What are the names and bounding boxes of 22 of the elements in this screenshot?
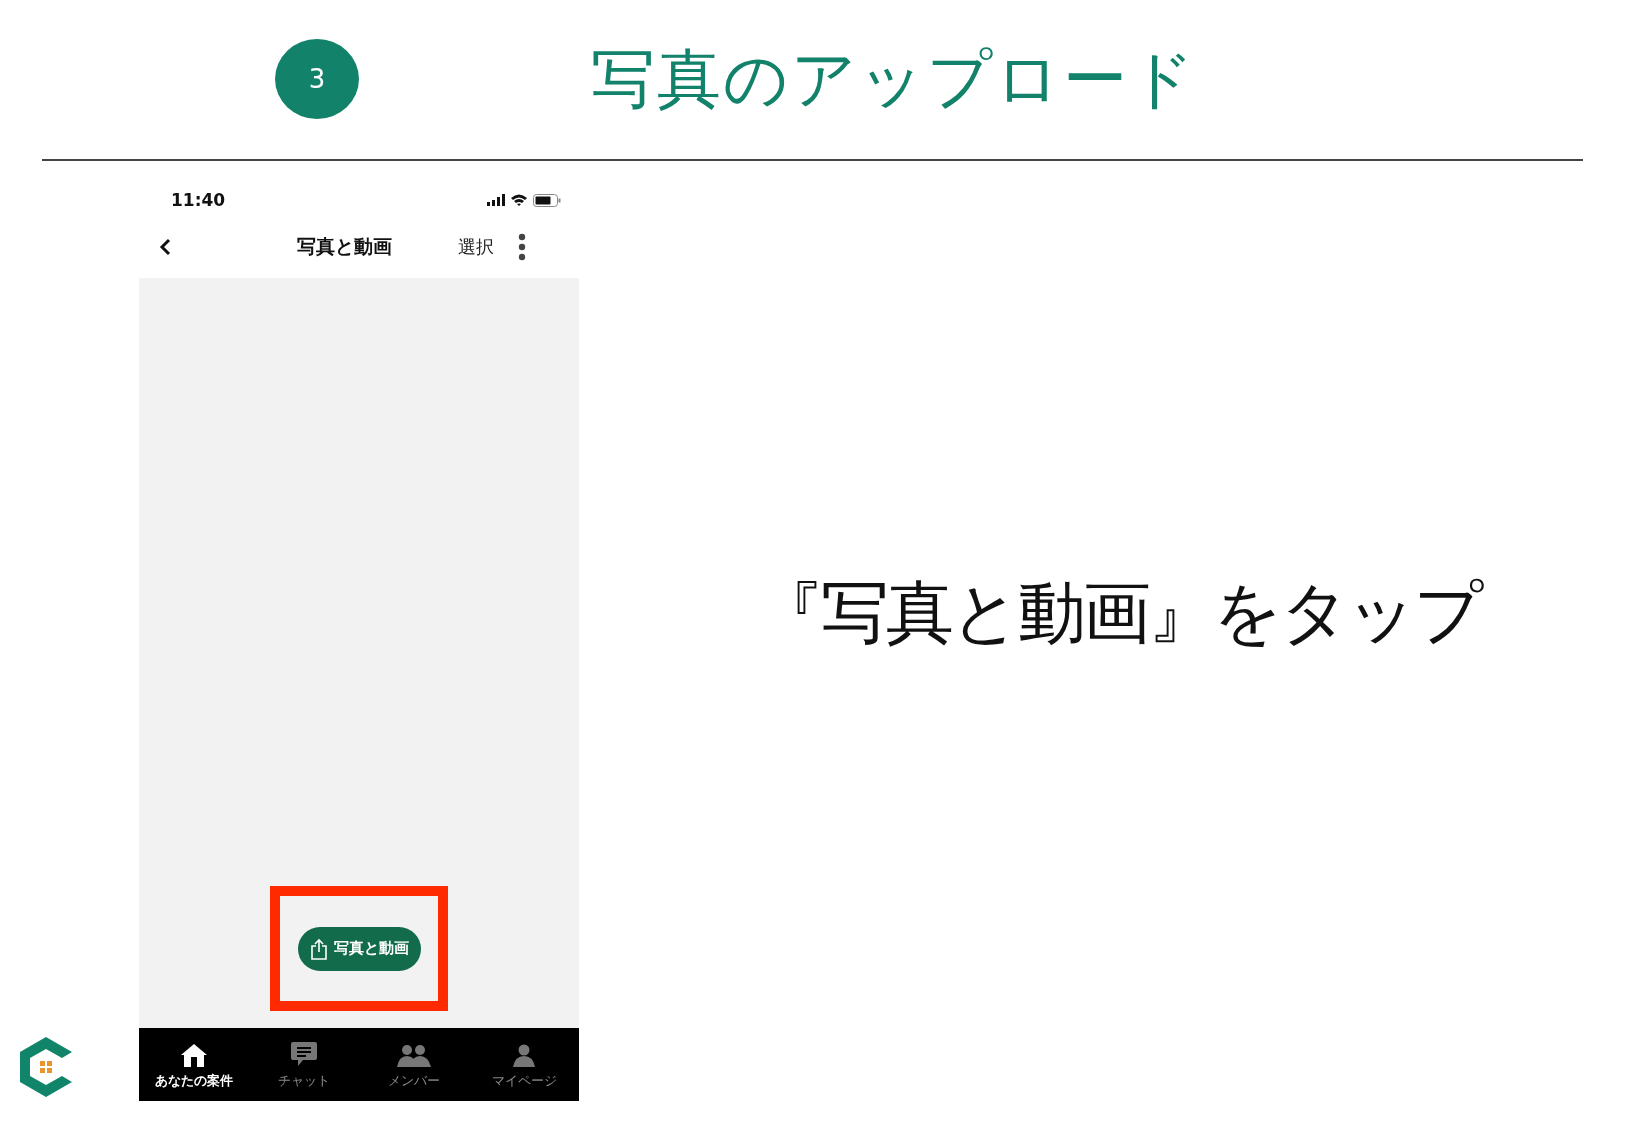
tab-item[interactable]: チャット (249, 1028, 359, 1101)
step-number: 3 (275, 38, 359, 119)
person-icon (512, 1043, 536, 1068)
status-time: 11:40 (171, 190, 226, 210)
more-icon[interactable] (518, 232, 526, 261)
battery-icon (533, 193, 561, 207)
home-icon (180, 1041, 208, 1068)
instruction-text: 『写真と動画』をタップ (755, 571, 1483, 654)
logo-icon (18, 1035, 74, 1099)
back-icon[interactable] (159, 237, 171, 256)
wifi-icon (511, 194, 527, 206)
slide-title: 写真のアップロード (591, 41, 1197, 118)
select-link[interactable]: 選択 (458, 234, 494, 259)
share-icon (309, 937, 328, 960)
people-icon (396, 1043, 432, 1068)
tab-item[interactable]: マイページ (469, 1028, 579, 1101)
chat-icon (290, 1039, 318, 1068)
screen-title: 写真と動画 (297, 233, 392, 259)
upload-button[interactable]: 写真と動画 (297, 926, 421, 971)
signal-icon (487, 194, 505, 206)
tab-item[interactable]: あなたの案件 (139, 1028, 249, 1101)
tab-item[interactable]: メンバー (359, 1028, 469, 1101)
